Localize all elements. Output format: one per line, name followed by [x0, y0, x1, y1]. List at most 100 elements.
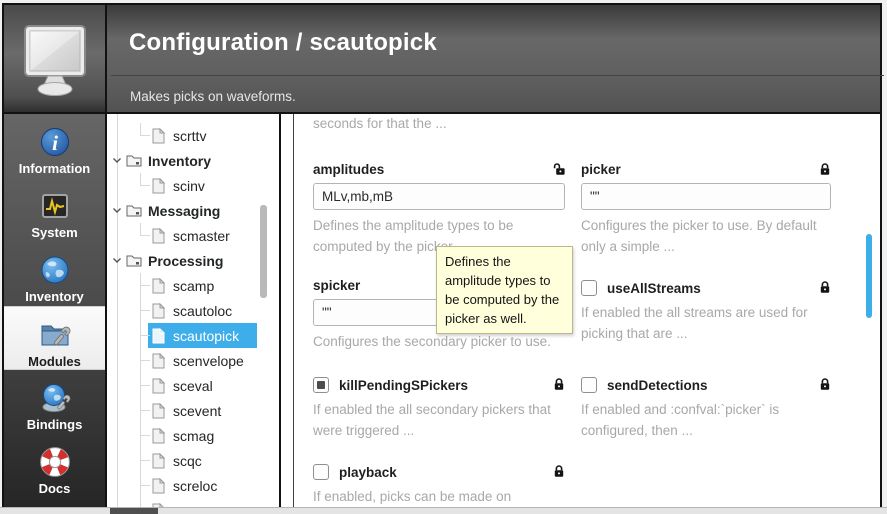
- folder-icon: [126, 254, 142, 267]
- killPendingSPickers-checkbox[interactable]: [313, 377, 329, 393]
- tree-item-inventory[interactable]: Inventory: [107, 148, 279, 173]
- tree-scrollbar-thumb[interactable]: [260, 205, 267, 298]
- monitor-icon: [17, 21, 93, 101]
- tree-item-label: scenvelope: [173, 353, 244, 369]
- tree-item-label: scautoloc: [173, 303, 232, 319]
- tree-item-label: scmag: [173, 428, 214, 444]
- tree-item-label: screloc: [173, 478, 217, 494]
- field-description: If enabled the all streams are used for …: [581, 302, 831, 344]
- tree-item-label: Processing: [148, 253, 223, 269]
- info-icon: i: [39, 126, 71, 158]
- field-description: If enabled and :confval:`picker` is conf…: [581, 399, 831, 441]
- sidebar: i Information System Inventory: [4, 114, 105, 507]
- lock-closed-icon[interactable]: [819, 162, 831, 176]
- sidebar-item-inventory[interactable]: Inventory: [4, 242, 105, 306]
- svg-text:i: i: [52, 131, 58, 155]
- sidebar-item-label: System: [31, 225, 77, 240]
- tree-item-scautopick[interactable]: scautopick: [107, 323, 279, 348]
- tree-item-scautoloc[interactable]: scautoloc: [107, 298, 279, 323]
- tree-item-screloc[interactable]: screloc: [107, 473, 279, 498]
- sidebar-item-label: Docs: [39, 481, 71, 496]
- field-amplitudes: amplitudes Defines the amplitude types t…: [313, 161, 565, 257]
- file-icon: [152, 378, 165, 394]
- sendDetections-checkbox[interactable]: [581, 377, 597, 393]
- sidebar-item-label: Modules: [28, 354, 81, 369]
- folder-icon: [126, 204, 142, 217]
- file-icon: [152, 128, 165, 144]
- icon-box-separator: [105, 5, 107, 113]
- tree-item-label: scinv: [173, 178, 205, 194]
- tree-item-scamp[interactable]: scamp: [107, 273, 279, 298]
- lock-closed-icon[interactable]: [819, 377, 831, 391]
- lock-open-icon[interactable]: [553, 162, 565, 176]
- file-icon: [152, 278, 165, 294]
- form-section-line: [293, 114, 294, 507]
- tree-item-scqc[interactable]: scqc: [107, 448, 279, 473]
- truncated-description: seconds for that the ...: [313, 116, 447, 131]
- tree-item-sceval[interactable]: sceval: [107, 373, 279, 398]
- file-icon: [152, 403, 165, 419]
- tree-item-processing[interactable]: Processing: [107, 248, 279, 273]
- file-icon: [152, 303, 165, 319]
- sidebar-item-docs[interactable]: Docs: [4, 434, 105, 498]
- tree-item-scrttv[interactable]: scrttv: [107, 123, 279, 148]
- module-icon-box: [4, 5, 105, 113]
- amplitudes-input[interactable]: [313, 183, 565, 210]
- window-border-right: [880, 3, 882, 507]
- field-sendDetections: sendDetections If enabled and :confval:`…: [581, 376, 831, 441]
- field-description: If enabled, picks can be made on: [313, 486, 565, 507]
- tree-item-scevent[interactable]: scevent: [107, 398, 279, 423]
- bottom-scrollbar-thumb[interactable]: [110, 508, 158, 514]
- tooltip: Defines the amplitude types to be comput…: [436, 246, 573, 334]
- field-label: playback: [339, 465, 397, 480]
- tree-item-scinv[interactable]: scinv: [107, 173, 279, 198]
- globe-icon: [39, 254, 71, 286]
- field-useAllStreams: useAllStreams If enabled the all streams…: [581, 279, 831, 344]
- sidebar-item-bindings[interactable]: Bindings: [4, 370, 105, 434]
- file-icon: [152, 453, 165, 469]
- picker-input[interactable]: [581, 183, 831, 210]
- tree-item-scenvelope[interactable]: scenvelope: [107, 348, 279, 373]
- chevron-down-icon: [112, 157, 122, 164]
- sidebar-item-information[interactable]: i Information: [4, 114, 105, 178]
- tree-item-label: scevent: [173, 403, 221, 419]
- sidebar-item-system[interactable]: System: [4, 178, 105, 242]
- lock-closed-icon[interactable]: [553, 464, 565, 478]
- tree-item-messaging[interactable]: Messaging: [107, 198, 279, 223]
- field-label: picker: [581, 162, 621, 177]
- tree-item-label: scmaster: [173, 228, 230, 244]
- main-scrollbar-thumb[interactable]: [866, 234, 872, 318]
- header: Configuration / scautopick Makes picks o…: [4, 5, 880, 113]
- scconfig-window: Configuration / scautopick Makes picks o…: [0, 0, 887, 514]
- playback-checkbox[interactable]: [313, 464, 329, 480]
- lock-closed-icon[interactable]: [553, 377, 565, 391]
- module-tree: scrttv Inventory scinv Messaging scmaste…: [107, 114, 279, 507]
- tree-item-label: scamp: [173, 278, 214, 294]
- field-picker: picker Configures the picker to use. By …: [581, 161, 831, 257]
- file-icon: [152, 178, 165, 194]
- bindings-icon: [39, 382, 71, 414]
- modules-icon: [39, 319, 71, 351]
- system-icon: [39, 190, 71, 222]
- lock-closed-icon[interactable]: [819, 280, 831, 294]
- header-divider: [111, 75, 884, 76]
- chevron-down-icon: [112, 207, 122, 214]
- sidebar-item-modules[interactable]: Modules: [4, 306, 105, 370]
- lifebuoy-icon: [39, 446, 71, 478]
- tree-item-partial[interactable]: [107, 498, 279, 507]
- sidebar-item-label: Information: [19, 161, 91, 176]
- tree-item-scmaster[interactable]: scmaster: [107, 223, 279, 248]
- page-title: Configuration / scautopick: [129, 29, 437, 57]
- field-label: sendDetections: [607, 378, 708, 393]
- tree-item-label: Messaging: [148, 203, 220, 219]
- tree-item-label: scqc: [173, 453, 202, 469]
- tree-item-label: scrttv: [173, 128, 206, 144]
- file-icon: [152, 478, 165, 494]
- sidebar-item-label: Inventory: [25, 289, 84, 304]
- useAllStreams-checkbox[interactable]: [581, 280, 597, 296]
- tree-item-scmag[interactable]: scmag: [107, 423, 279, 448]
- field-description: Configures the picker to use. By default…: [581, 215, 831, 257]
- page-subtitle: Makes picks on waveforms.: [130, 89, 296, 104]
- file-icon: [152, 328, 165, 344]
- tree-item-label: Inventory: [148, 153, 211, 169]
